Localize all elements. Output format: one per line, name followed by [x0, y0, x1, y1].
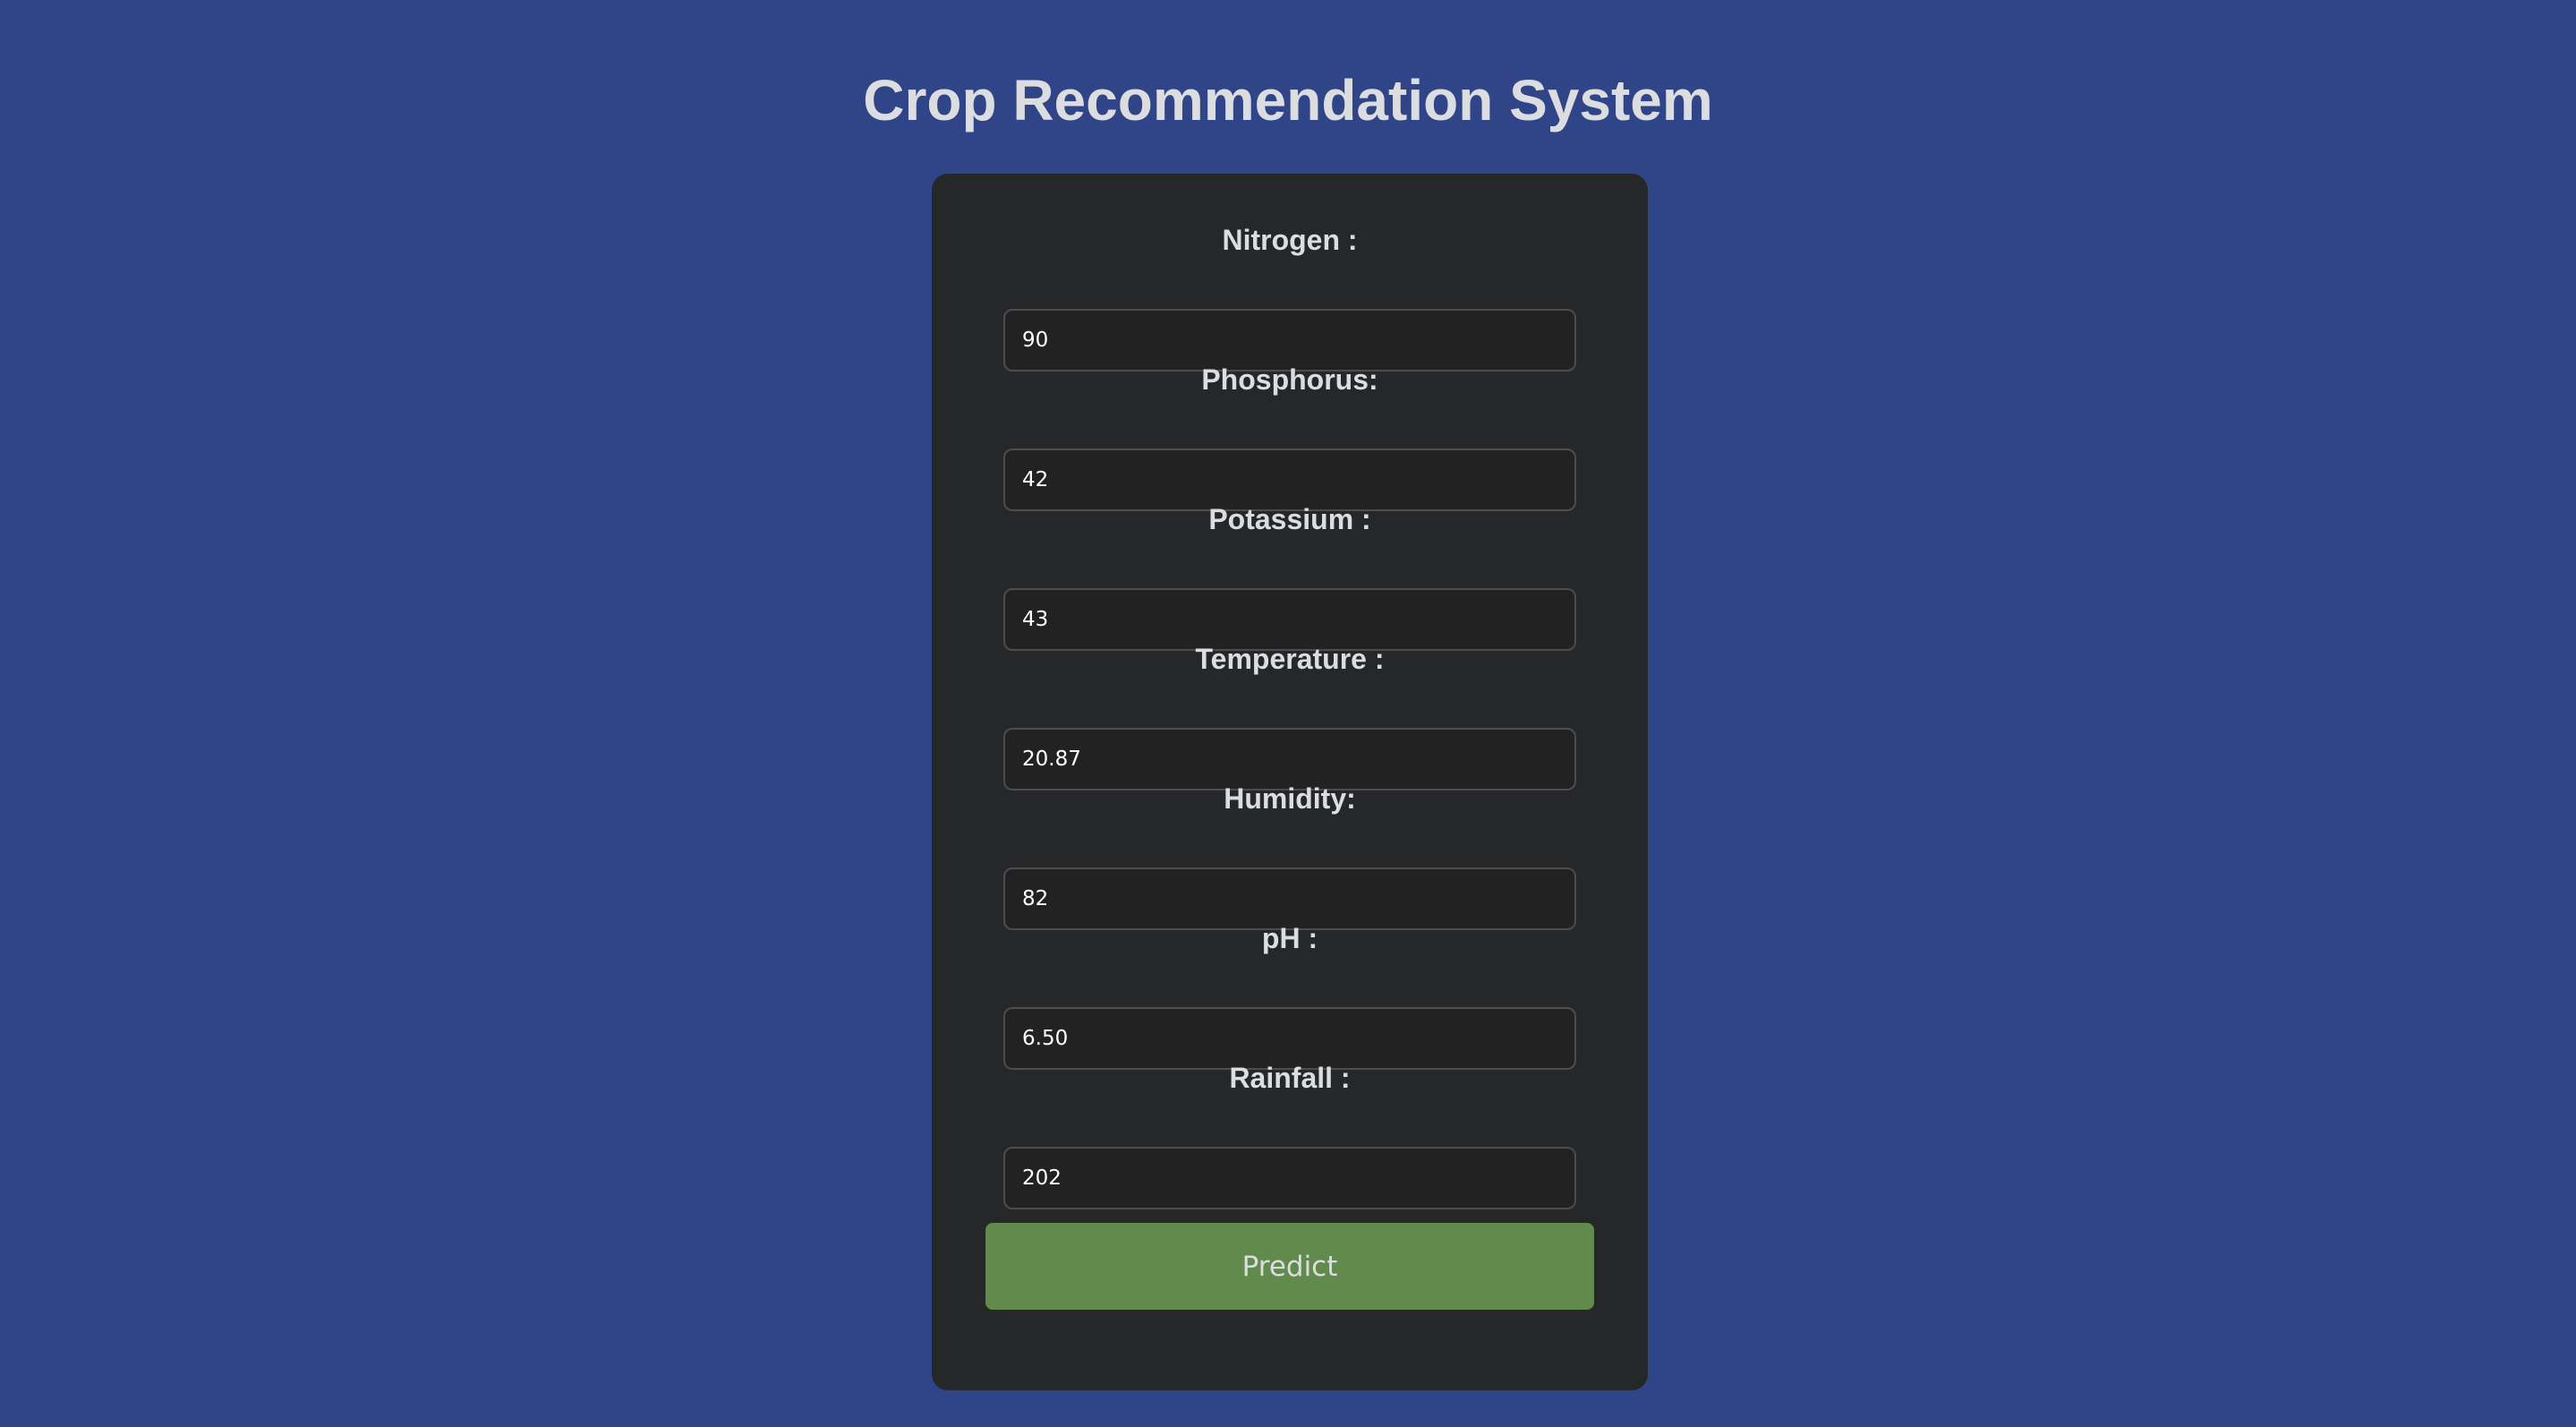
page-title: Crop Recommendation System [863, 68, 1713, 132]
ph-field-group: pH : [932, 913, 1648, 1070]
nitrogen-field-group: Nitrogen : [932, 215, 1648, 372]
potassium-field-group: Potassium : [932, 494, 1648, 651]
nitrogen-label: Nitrogen : [1222, 224, 1358, 256]
ph-label: pH : [1261, 922, 1318, 954]
phosphorus-field-group: Phosphorus: [932, 355, 1648, 511]
predict-button[interactable]: Predict [985, 1223, 1594, 1310]
humidity-label: Humidity: [1224, 782, 1356, 815]
potassium-label: Potassium : [1208, 503, 1371, 535]
rainfall-label: Rainfall : [1229, 1062, 1351, 1094]
temperature-label: Temperature : [1195, 643, 1385, 675]
rainfall-input[interactable] [1003, 1147, 1576, 1209]
temperature-field-group: Temperature : [932, 634, 1648, 790]
rainfall-field-group: Rainfall : [932, 1053, 1648, 1209]
crop-form: Nitrogen : Phosphorus: Potassium : Tempe… [932, 174, 1648, 1390]
phosphorus-label: Phosphorus: [1201, 363, 1378, 396]
humidity-field-group: Humidity: [932, 773, 1648, 930]
